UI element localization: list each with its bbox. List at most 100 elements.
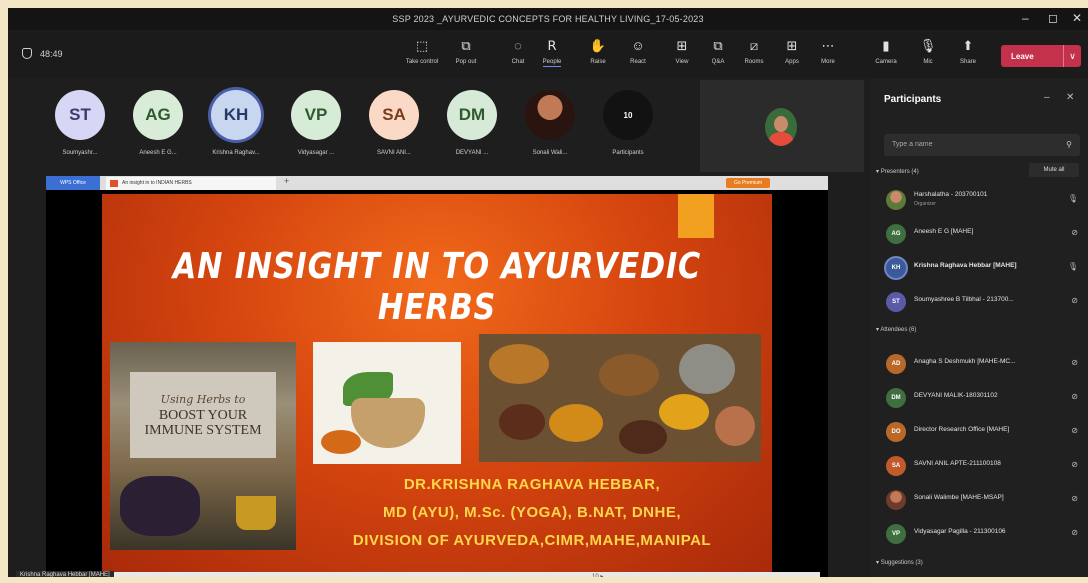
wps-office-tab[interactable]: WPS Office [46,176,100,190]
mic-muted-icon: ⊘ [1071,426,1078,435]
immune-herbs-image: Using Herbs to BOOST YOUR IMMUNE SYSTEM [110,342,296,550]
mic-muted-icon: ⊘ [1071,228,1078,237]
suggestions-header[interactable]: ▾ Suggestions (3) [876,559,923,566]
maximize-button[interactable]: ◻ [1048,11,1058,25]
participants-panel: Participants – ✕ Type a name ⚲ ▾ Present… [870,78,1088,577]
participant-row[interactable]: Sonali Walimbe [MAHE-MSAP] ⊘ [886,488,1086,512]
participant-tile[interactable]: VP Vidyasagar ... [276,90,356,156]
mic-icon: 🎙 [1067,194,1078,203]
participant-tile[interactable]: AG Aneesh E G... [118,90,198,156]
mute-all-button[interactable]: Mute all [1029,163,1079,177]
apps-button[interactable]: ⊞ Apps [774,36,810,74]
more-icon: ⋯ [821,38,835,53]
participant-tile[interactable]: KH Krishna Raghav... [196,90,276,156]
avatar-photo [525,90,575,140]
participant-row[interactable]: DM DEVYANI MALIK-180301102 ⊘ [886,386,1086,410]
slide: AN INSIGHT IN TO AYURVEDIC HERBS Using H… [102,194,772,577]
meeting-toolbar: 48:49 ⬚ Take control ⧉ Pop out ◌ Chat ꓣ … [8,30,1088,78]
participant-search-input[interactable]: Type a name ⚲ [884,134,1080,156]
slide-title: AN INSIGHT IN TO AYURVEDIC HERBS [172,246,702,328]
teams-window: SSP 2023 _AYURVEDIC CONCEPTS FOR HEALTHY… [0,0,1088,583]
leave-button[interactable]: Leave ∨ [1001,45,1081,67]
pop-out-icon: ⧉ [461,38,471,53]
share-button[interactable]: ⬆ Share [950,36,986,74]
slide-accent-bar [678,194,714,238]
minimize-button[interactable]: – [1022,11,1029,25]
rooms-button[interactable]: ⧄ Rooms [736,36,772,74]
avatar: DM [447,90,497,140]
photo-border-top [0,0,1088,8]
presenters-header[interactable]: ▾ Presenters (4) [876,168,919,175]
attendees-header[interactable]: ▾ Attendees (6) [876,326,916,333]
panel-title: Participants [884,94,942,105]
close-button[interactable]: ✕ [1072,11,1082,25]
author-qualifications: MD (AYU), M.Sc. (YOGA), B.NAT, DNHE, [382,504,681,521]
camera-icon: ▮ [882,38,890,53]
mic-muted-icon: ⊘ [1071,528,1078,537]
avatar-photo [886,190,906,210]
mic-muted-icon: ⊘ [1071,358,1078,367]
pop-out-button[interactable]: ⧉ Pop out [448,36,484,74]
participant-row[interactable]: SA SAVNI ANIL APTE-211100108 ⊘ [886,454,1086,478]
mic-icon: 🎙 [1067,262,1078,271]
smiley-icon: ☺ [631,38,645,53]
document-tab[interactable]: An insight in to INDIAN HERBS [106,177,276,190]
panel-minimize-icon[interactable]: – [1044,92,1050,103]
participant-tile[interactable]: Sonali Wali... [510,90,590,156]
participant-row[interactable]: ST Soumyashree B Tilbhal - 213700... ⊘ [886,290,1086,314]
avatar: AG [133,90,183,140]
self-video-tile[interactable] [700,80,864,172]
more-button[interactable]: ⋯ More [810,36,846,74]
wps-tab-bar: WPS Office An insight in to INDIAN HERBS… [46,176,828,190]
author-division: DIVISION OF AYURVEDA,CIMR,MAHE,MANIPAL [352,532,712,549]
avatar: KH [211,90,261,140]
camera-button[interactable]: ▮ Camera [868,36,904,74]
participant-tile[interactable]: SA SAVNI ANI... [354,90,434,156]
presentation-icon [110,180,118,187]
mic-muted-icon: ⊘ [1071,296,1078,305]
participants-overflow[interactable]: 10 Participants [588,90,668,156]
tea-cup [236,496,276,530]
chat-button[interactable]: ◌ Chat [500,36,536,74]
berries [120,476,200,536]
raise-hand-button[interactable]: ✋ Raise [580,36,616,74]
participant-row[interactable]: VP Vidyasagar Pagilla - 211300106 ⊘ [886,522,1086,546]
qa-button[interactable]: ⧉ Q&A [700,36,736,74]
participant-row[interactable]: AG Aneesh E G [MAHE] ⊘ [886,222,1086,246]
photo-border-left [0,0,8,583]
grid-icon: ⊞ [676,38,688,53]
participant-tile[interactable]: ST Soumyashr... [40,90,120,156]
take-control-icon: ⬚ [415,38,429,53]
spice-pile [321,430,361,454]
overflow-count: 10 [603,90,653,140]
participant-strip: ST Soumyashr... AG Aneesh E G... KH Kris… [40,90,660,170]
rooms-icon: ⧄ [749,38,759,53]
photo-border-bottom [0,577,1088,583]
new-tab-icon[interactable]: + [284,176,289,186]
timer-text: 48:49 [40,48,63,59]
participant-row[interactable]: DO Director Research Office [MAHE] ⊘ [886,420,1086,444]
react-button[interactable]: ☺ React [620,36,656,74]
go-premium-button[interactable]: Go Premium [726,178,770,188]
participant-row[interactable]: AD Anagha S Deshmukh [MAHE-MC... ⊘ [886,352,1086,376]
apps-icon: ⊞ [786,38,798,53]
avatar-photo [886,490,906,510]
title-bar: SSP 2023 _AYURVEDIC CONCEPTS FOR HEALTHY… [8,8,1088,30]
shield-icon [22,48,32,59]
video-feed [765,108,797,146]
people-icon: ꓣ [547,38,557,53]
avatar: VP [291,90,341,140]
participant-row[interactable]: Harshalatha - 203700101 Organizer 🎙 [886,188,1086,212]
spices-image [479,334,761,462]
chat-icon: ◌ [514,38,522,53]
view-button[interactable]: ⊞ View [664,36,700,74]
participant-row[interactable]: KH Krishna Raghava Hebbar [MAHE] 🎙 [886,256,1086,280]
panel-close-icon[interactable]: ✕ [1066,92,1074,103]
people-button[interactable]: ꓣ People [534,36,570,74]
leave-dropdown-icon[interactable]: ∨ [1063,45,1081,67]
take-control-button[interactable]: ⬚ Take control [404,36,440,74]
mic-button[interactable]: 🎙 Mic [910,36,946,74]
mortar-image [313,342,461,464]
participant-tile[interactable]: DM DEVYANI ... [432,90,512,156]
qa-icon: ⧉ [713,38,723,53]
